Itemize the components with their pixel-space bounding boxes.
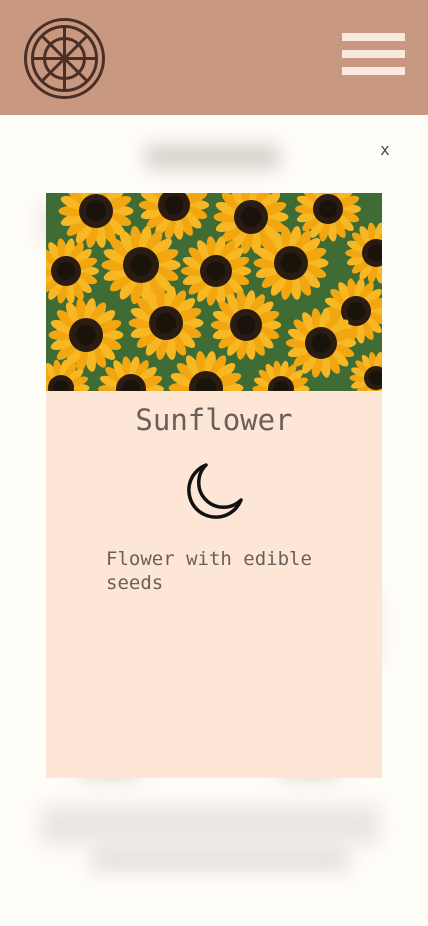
menu-bar-bottom <box>342 67 405 75</box>
close-button[interactable]: x <box>376 140 394 160</box>
card-description: Flower with edible seeds <box>106 548 312 594</box>
hamburger-menu-icon[interactable] <box>342 33 405 75</box>
menu-bar-middle <box>342 50 405 58</box>
sunflower-photo <box>46 193 382 391</box>
card-title: Sunflower <box>135 403 293 437</box>
plant-card: Sunflower Flower with edible seeds <box>46 193 382 778</box>
app-header <box>0 0 428 115</box>
moon-icon <box>187 463 243 519</box>
ships-wheel-icon[interactable] <box>23 17 106 100</box>
menu-bar-top <box>342 33 405 41</box>
